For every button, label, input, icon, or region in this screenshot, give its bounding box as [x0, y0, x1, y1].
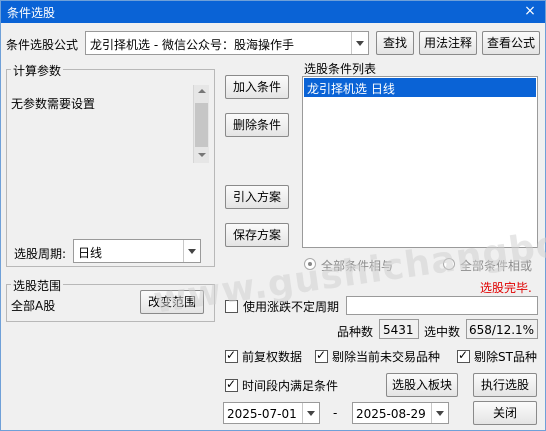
list-item[interactable]: 龙引择机选 日线: [304, 78, 536, 97]
change-range-button[interactable]: 改变范围: [140, 290, 204, 314]
execute-picking-button[interactable]: 执行选股: [473, 373, 537, 397]
exclude-st-label: 剔除ST品种: [474, 350, 537, 364]
period-label: 选股周期:: [14, 247, 67, 261]
close-icon[interactable]: ×: [519, 2, 541, 20]
exclude-st-checkbox[interactable]: [457, 348, 470, 363]
irregular-period-input[interactable]: [346, 296, 538, 315]
period-value: 日线: [78, 246, 103, 260]
formula-value: 龙引择机选 - 微信公众号：股海操作手: [90, 38, 294, 52]
condition-stock-picker-window: 条件选股 × 条件选股公式 龙引择机选 - 微信公众号：股海操作手 查找 用法注…: [0, 0, 546, 431]
save-scheme-button[interactable]: 保存方案: [225, 223, 289, 247]
selected-label: 选中数: [424, 325, 461, 339]
condition-list[interactable]: 龙引择机选 日线: [302, 76, 538, 248]
selected-value: 658/12.1%: [469, 323, 535, 337]
scroll-up-icon[interactable]: [198, 89, 206, 93]
chevron-down-icon[interactable]: [431, 403, 448, 423]
params-scrollbar[interactable]: [193, 85, 209, 163]
formula-label: 条件选股公式: [6, 38, 79, 52]
scrollbar-thumb[interactable]: [195, 103, 208, 147]
chevron-down-icon[interactable]: [351, 32, 368, 54]
time-range-checkbox[interactable]: [225, 377, 238, 392]
delete-condition-button[interactable]: 删除条件: [225, 113, 289, 137]
forward-adjust-checkbox[interactable]: [225, 348, 238, 363]
params-group-title: 计算参数: [11, 62, 64, 79]
time-range-label: 时间段内满足条件: [242, 379, 339, 393]
exclude-untraded-label: 剔除当前未交易品种: [332, 350, 441, 364]
date-separator: -: [333, 406, 338, 420]
end-date-value: 2025-08-29: [356, 407, 426, 421]
chevron-down-icon[interactable]: [302, 403, 319, 423]
scroll-down-icon[interactable]: [198, 153, 206, 157]
import-scheme-button[interactable]: 引入方案: [225, 185, 289, 209]
count-value: 5431: [383, 323, 414, 337]
add-condition-button[interactable]: 加入条件: [225, 75, 289, 99]
view-formula-button[interactable]: 查看公式: [482, 31, 540, 55]
period-select[interactable]: 日线: [73, 239, 201, 263]
status-text: 选股完毕.: [480, 281, 532, 295]
and-label: 全部条件相与: [321, 259, 394, 273]
start-date-picker[interactable]: 2025-07-01: [223, 402, 320, 424]
range-value: 全部A股: [11, 299, 56, 313]
start-date-value: 2025-07-01: [227, 407, 297, 421]
condition-list-title: 选股条件列表: [304, 62, 377, 76]
range-group-title: 选股范围: [11, 277, 64, 294]
formula-select[interactable]: 龙引择机选 - 微信公众号：股海操作手: [85, 31, 369, 55]
forward-adjust-label: 前复权数据: [242, 350, 303, 364]
chevron-down-icon[interactable]: [183, 240, 200, 262]
exclude-untraded-checkbox[interactable]: [315, 348, 328, 363]
window-title: 条件选股: [7, 6, 56, 20]
title-bar: 条件选股 ×: [1, 1, 545, 23]
find-button[interactable]: 查找: [376, 31, 414, 55]
irregular-period-label: 使用涨跌不定周期: [243, 300, 340, 314]
count-label: 品种数: [337, 325, 374, 339]
and-radio[interactable]: [304, 258, 316, 270]
list-item-label: 龙引择机选 日线: [307, 82, 395, 96]
close-button[interactable]: 关闭: [473, 401, 537, 425]
count-value-box: 5431: [379, 319, 419, 339]
or-radio[interactable]: [443, 258, 455, 270]
add-to-block-button[interactable]: 选股入板块: [386, 373, 458, 397]
or-label: 全部条件相或: [460, 259, 533, 273]
selected-value-box: 658/12.1%: [466, 319, 538, 339]
params-text: 无参数需要设置: [11, 97, 96, 111]
end-date-picker[interactable]: 2025-08-29: [352, 402, 449, 424]
irregular-period-checkbox[interactable]: [225, 300, 238, 313]
usage-notes-button[interactable]: 用法注释: [419, 31, 477, 55]
